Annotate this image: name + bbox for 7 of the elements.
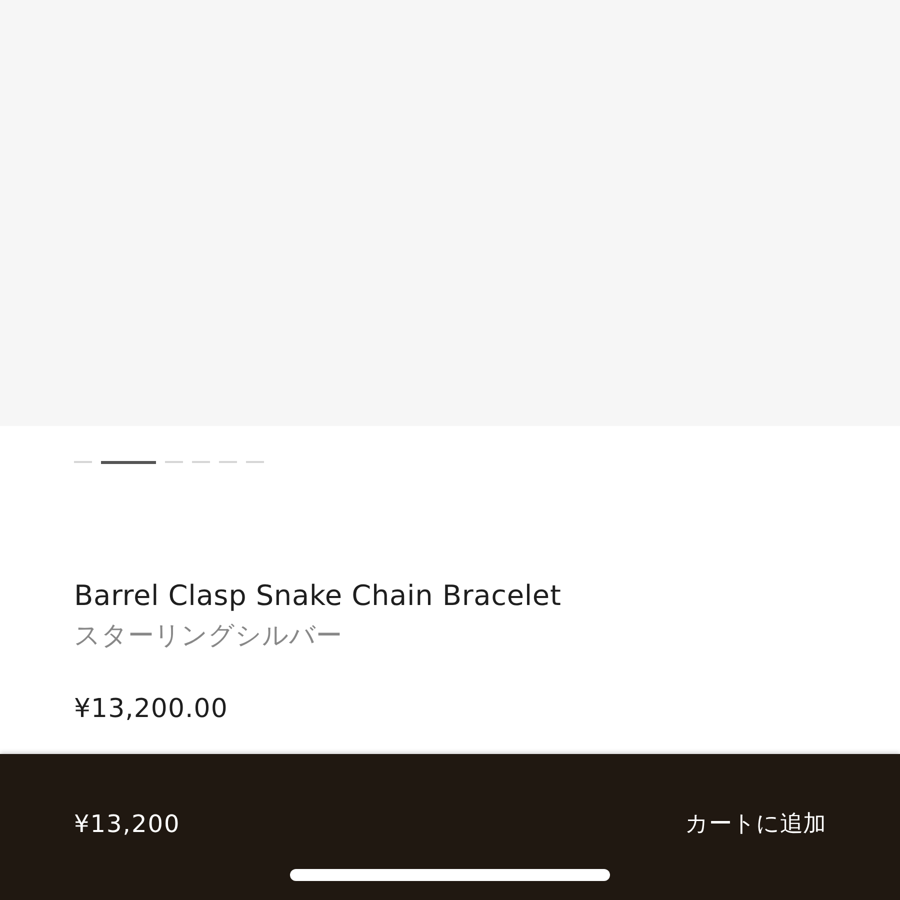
product-price: ¥13,200.00 <box>74 694 229 724</box>
home-indicator[interactable] <box>290 869 610 881</box>
add-to-cart-button[interactable]: カートに追加 <box>685 808 826 839</box>
product-material: スターリングシルバー <box>74 620 343 653</box>
product-name: Barrel Clasp Snake Chain Bracelet <box>74 578 562 614</box>
page-indicator[interactable] <box>101 460 156 464</box>
total-price: ¥13,200 <box>74 810 180 838</box>
